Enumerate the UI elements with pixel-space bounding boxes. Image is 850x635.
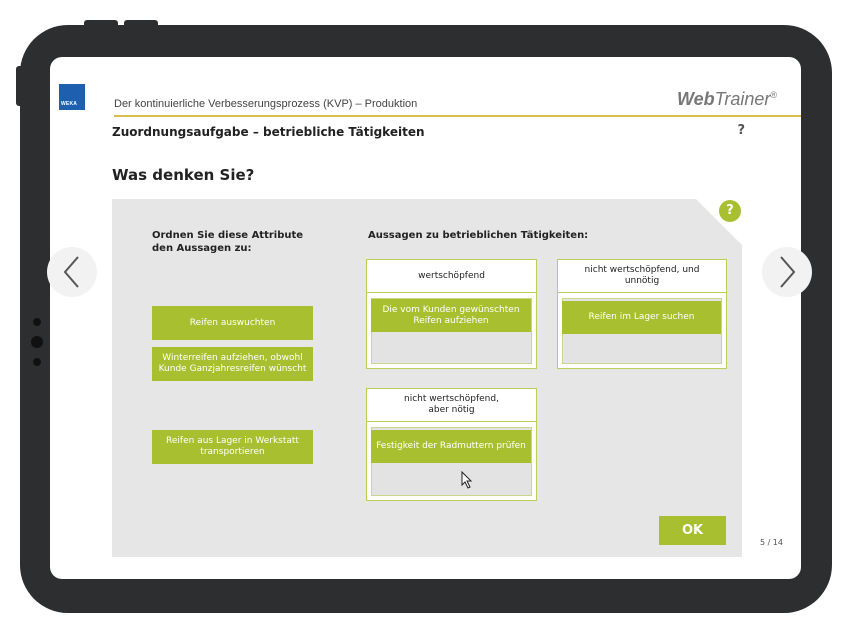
help-button[interactable]: ? <box>737 123 745 138</box>
instruction-text: Ordnen Sie diese Attribute den Aussagen … <box>152 230 304 254</box>
attribute-tile[interactable]: Reifen auswuchten <box>152 306 313 340</box>
chevron-right-icon <box>780 256 796 288</box>
previous-page-button[interactable] <box>47 247 97 297</box>
screen: WEKA Der kontinuierliche Verbesserungspr… <box>50 57 801 579</box>
panel-help-icon[interactable]: ? <box>719 200 741 222</box>
weka-logo: WEKA <box>59 84 85 110</box>
mouse-cursor-icon <box>461 471 473 489</box>
camera-icon <box>33 318 41 326</box>
category-label: nicht wertschöpfend, und unnötig <box>558 260 726 293</box>
header-divider <box>114 115 801 117</box>
question-heading: Was denken Sie? <box>112 166 255 184</box>
section-title: Zuordnungsaufgabe – betriebliche Tätigke… <box>112 125 425 139</box>
next-page-button[interactable] <box>762 247 812 297</box>
side-button <box>16 66 22 106</box>
page-counter: 5 / 14 <box>759 538 783 547</box>
webtrainer-brand: WebTrainer® <box>677 89 777 109</box>
chevron-left-icon <box>63 256 79 288</box>
app-title: Der kontinuierliche Verbesserungsprozess… <box>114 98 418 110</box>
category-label: nicht wertschöpfend, aber nötig <box>367 389 536 422</box>
category-label: wertschöpfend <box>367 260 536 293</box>
sensor-icon <box>31 336 43 348</box>
placed-attribute[interactable]: Festigkeit der Radmuttern prüfen <box>371 430 531 463</box>
ok-button[interactable]: OK <box>659 516 726 545</box>
attribute-tile[interactable]: Reifen aus Lager in Werkstatt transporti… <box>152 430 313 464</box>
statements-heading: Aussagen zu betrieblichen Tätigkeiten: <box>368 230 589 241</box>
placed-attribute[interactable]: Reifen im Lager suchen <box>562 301 721 334</box>
sensor-dot-icon <box>33 358 41 366</box>
placed-attribute[interactable]: Die vom Kunden gewünschten Reifen aufzie… <box>371 299 531 332</box>
attribute-tile[interactable]: Winterreifen aufziehen, obwohl Kunde Gan… <box>152 347 313 381</box>
